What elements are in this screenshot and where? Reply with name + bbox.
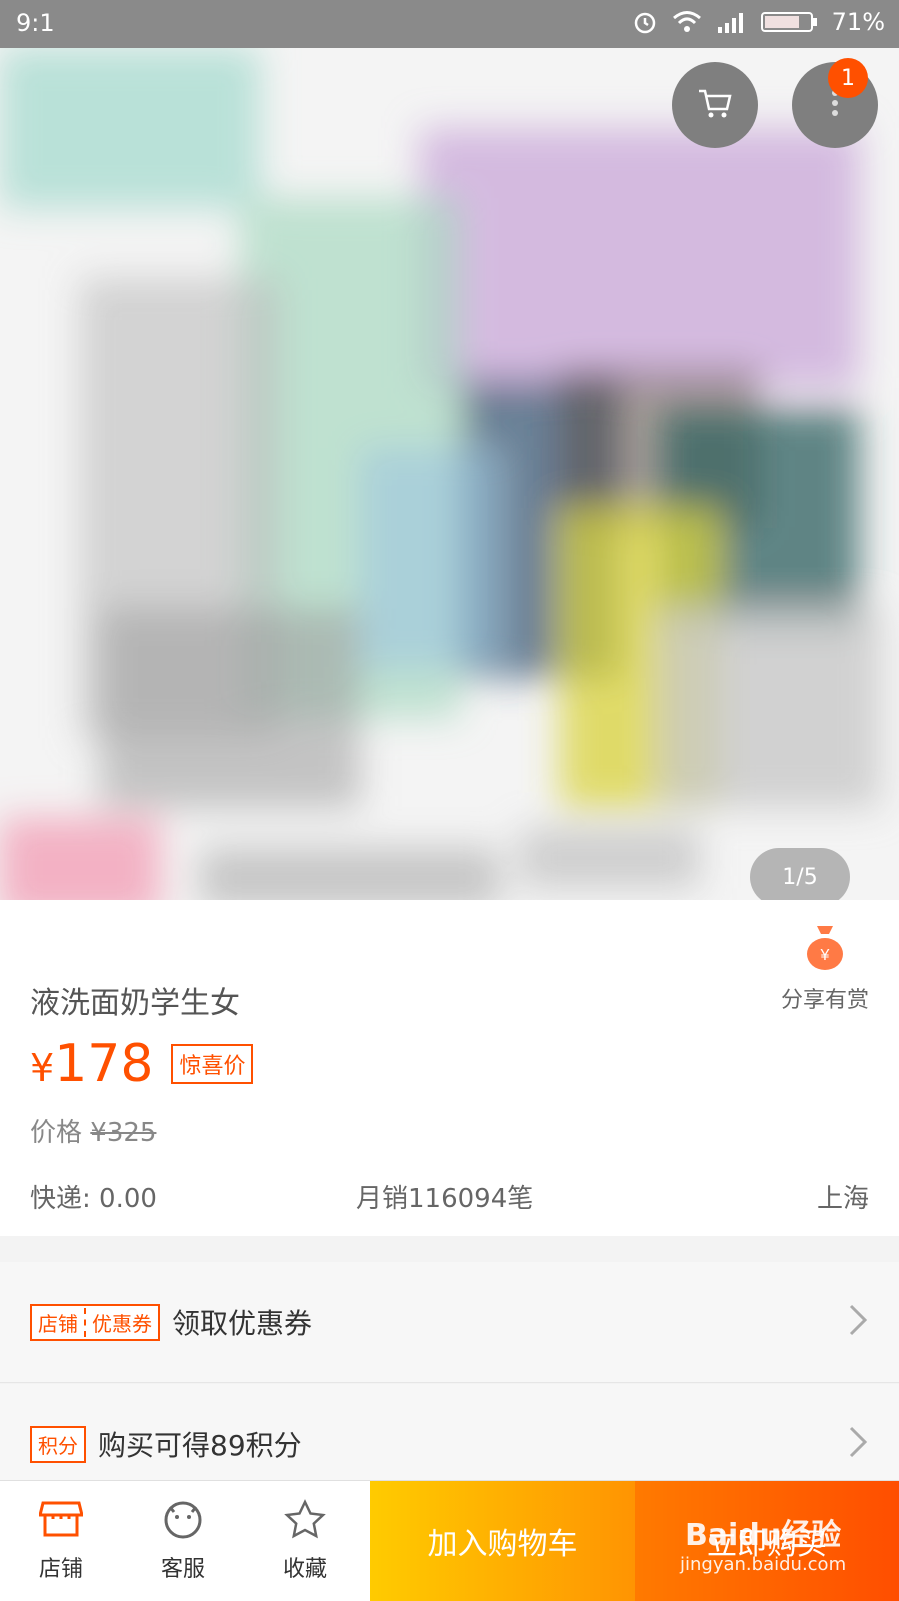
price-currency: ¥ (30, 1046, 55, 1090)
add-to-cart-button[interactable]: 加入购物车 (370, 1481, 635, 1601)
product-image (0, 48, 880, 900)
monthly-sales: 月销116094笔 (356, 1184, 534, 1214)
points-tag: 积分 (30, 1425, 86, 1463)
baidu-watermark: Baidu经验 jingyan.baidu.com (680, 1510, 846, 1575)
share-reward-button[interactable]: ¥ 分享有赏 (770, 920, 880, 1014)
cart-button[interactable] (672, 62, 758, 148)
shop-tag-text: 店铺 (38, 1311, 78, 1336)
service-icon (161, 1499, 205, 1545)
more-button[interactable]: 1 (792, 58, 878, 148)
product-info: 液洗面奶学生女 ¥ 分享有赏 ¥178 惊喜价 价格 ¥325 快递: 0.00… (0, 900, 899, 1236)
share-label: 分享有赏 (780, 988, 869, 1013)
star-icon (283, 1499, 327, 1545)
product-image-carousel[interactable]: 1/5 (0, 48, 899, 900)
shop-tab[interactable]: 店铺 (0, 1481, 122, 1601)
service-tab[interactable]: 客服 (122, 1481, 244, 1601)
ship-location: 上海 (816, 1184, 869, 1214)
surprise-price-tag: 惊喜价 (171, 1044, 254, 1084)
price-row: ¥178 惊喜价 (30, 1038, 254, 1090)
points-text: 购买可得89积分 (98, 1429, 302, 1462)
price-value: 178 (54, 1034, 154, 1094)
original-price-value: ¥325 (90, 1118, 157, 1148)
shop-icon (38, 1499, 84, 1545)
battery-icon (760, 10, 818, 34)
price: ¥178 (30, 1038, 153, 1090)
add-to-cart-label: 加入购物车 (427, 1527, 578, 1562)
alarm-icon (632, 9, 658, 35)
chevron-right-icon (847, 1302, 869, 1342)
shop-tab-label: 店铺 (38, 1557, 83, 1582)
shop-coupon-tag: 店铺 优惠券 (30, 1303, 160, 1341)
image-pager: 1/5 (750, 848, 850, 900)
original-price-label: 价格 (30, 1118, 83, 1148)
coupon-text: 领取优惠券 (172, 1307, 313, 1340)
signal-icon (716, 11, 746, 33)
coupon-tag-text: 优惠券 (84, 1307, 152, 1337)
svg-text:¥: ¥ (820, 947, 830, 964)
notification-badge: 1 (828, 58, 868, 98)
shipping-fee: 快递: 0.00 (30, 1184, 157, 1214)
watermark-line1: Baidu经验 (684, 1518, 842, 1553)
cart-icon (695, 83, 735, 127)
money-bag-icon: ¥ (803, 926, 847, 976)
battery-percent: 71% (831, 8, 885, 36)
original-price: 价格 ¥325 (30, 1112, 156, 1149)
service-tab-label: 客服 (160, 1557, 205, 1582)
status-time: 9:1 (16, 9, 55, 37)
coupon-row[interactable]: 店铺 优惠券 领取优惠券 (0, 1262, 899, 1383)
status-bar: 9:1 71% (0, 0, 899, 48)
favorite-tab-label: 收藏 (282, 1557, 327, 1582)
favorite-tab[interactable]: 收藏 (244, 1481, 366, 1601)
watermark-line2: jingyan.baidu.com (680, 1554, 847, 1575)
wifi-icon (672, 10, 702, 34)
product-title: 液洗面奶学生女 (30, 986, 240, 1021)
chevron-right-icon (847, 1424, 869, 1464)
